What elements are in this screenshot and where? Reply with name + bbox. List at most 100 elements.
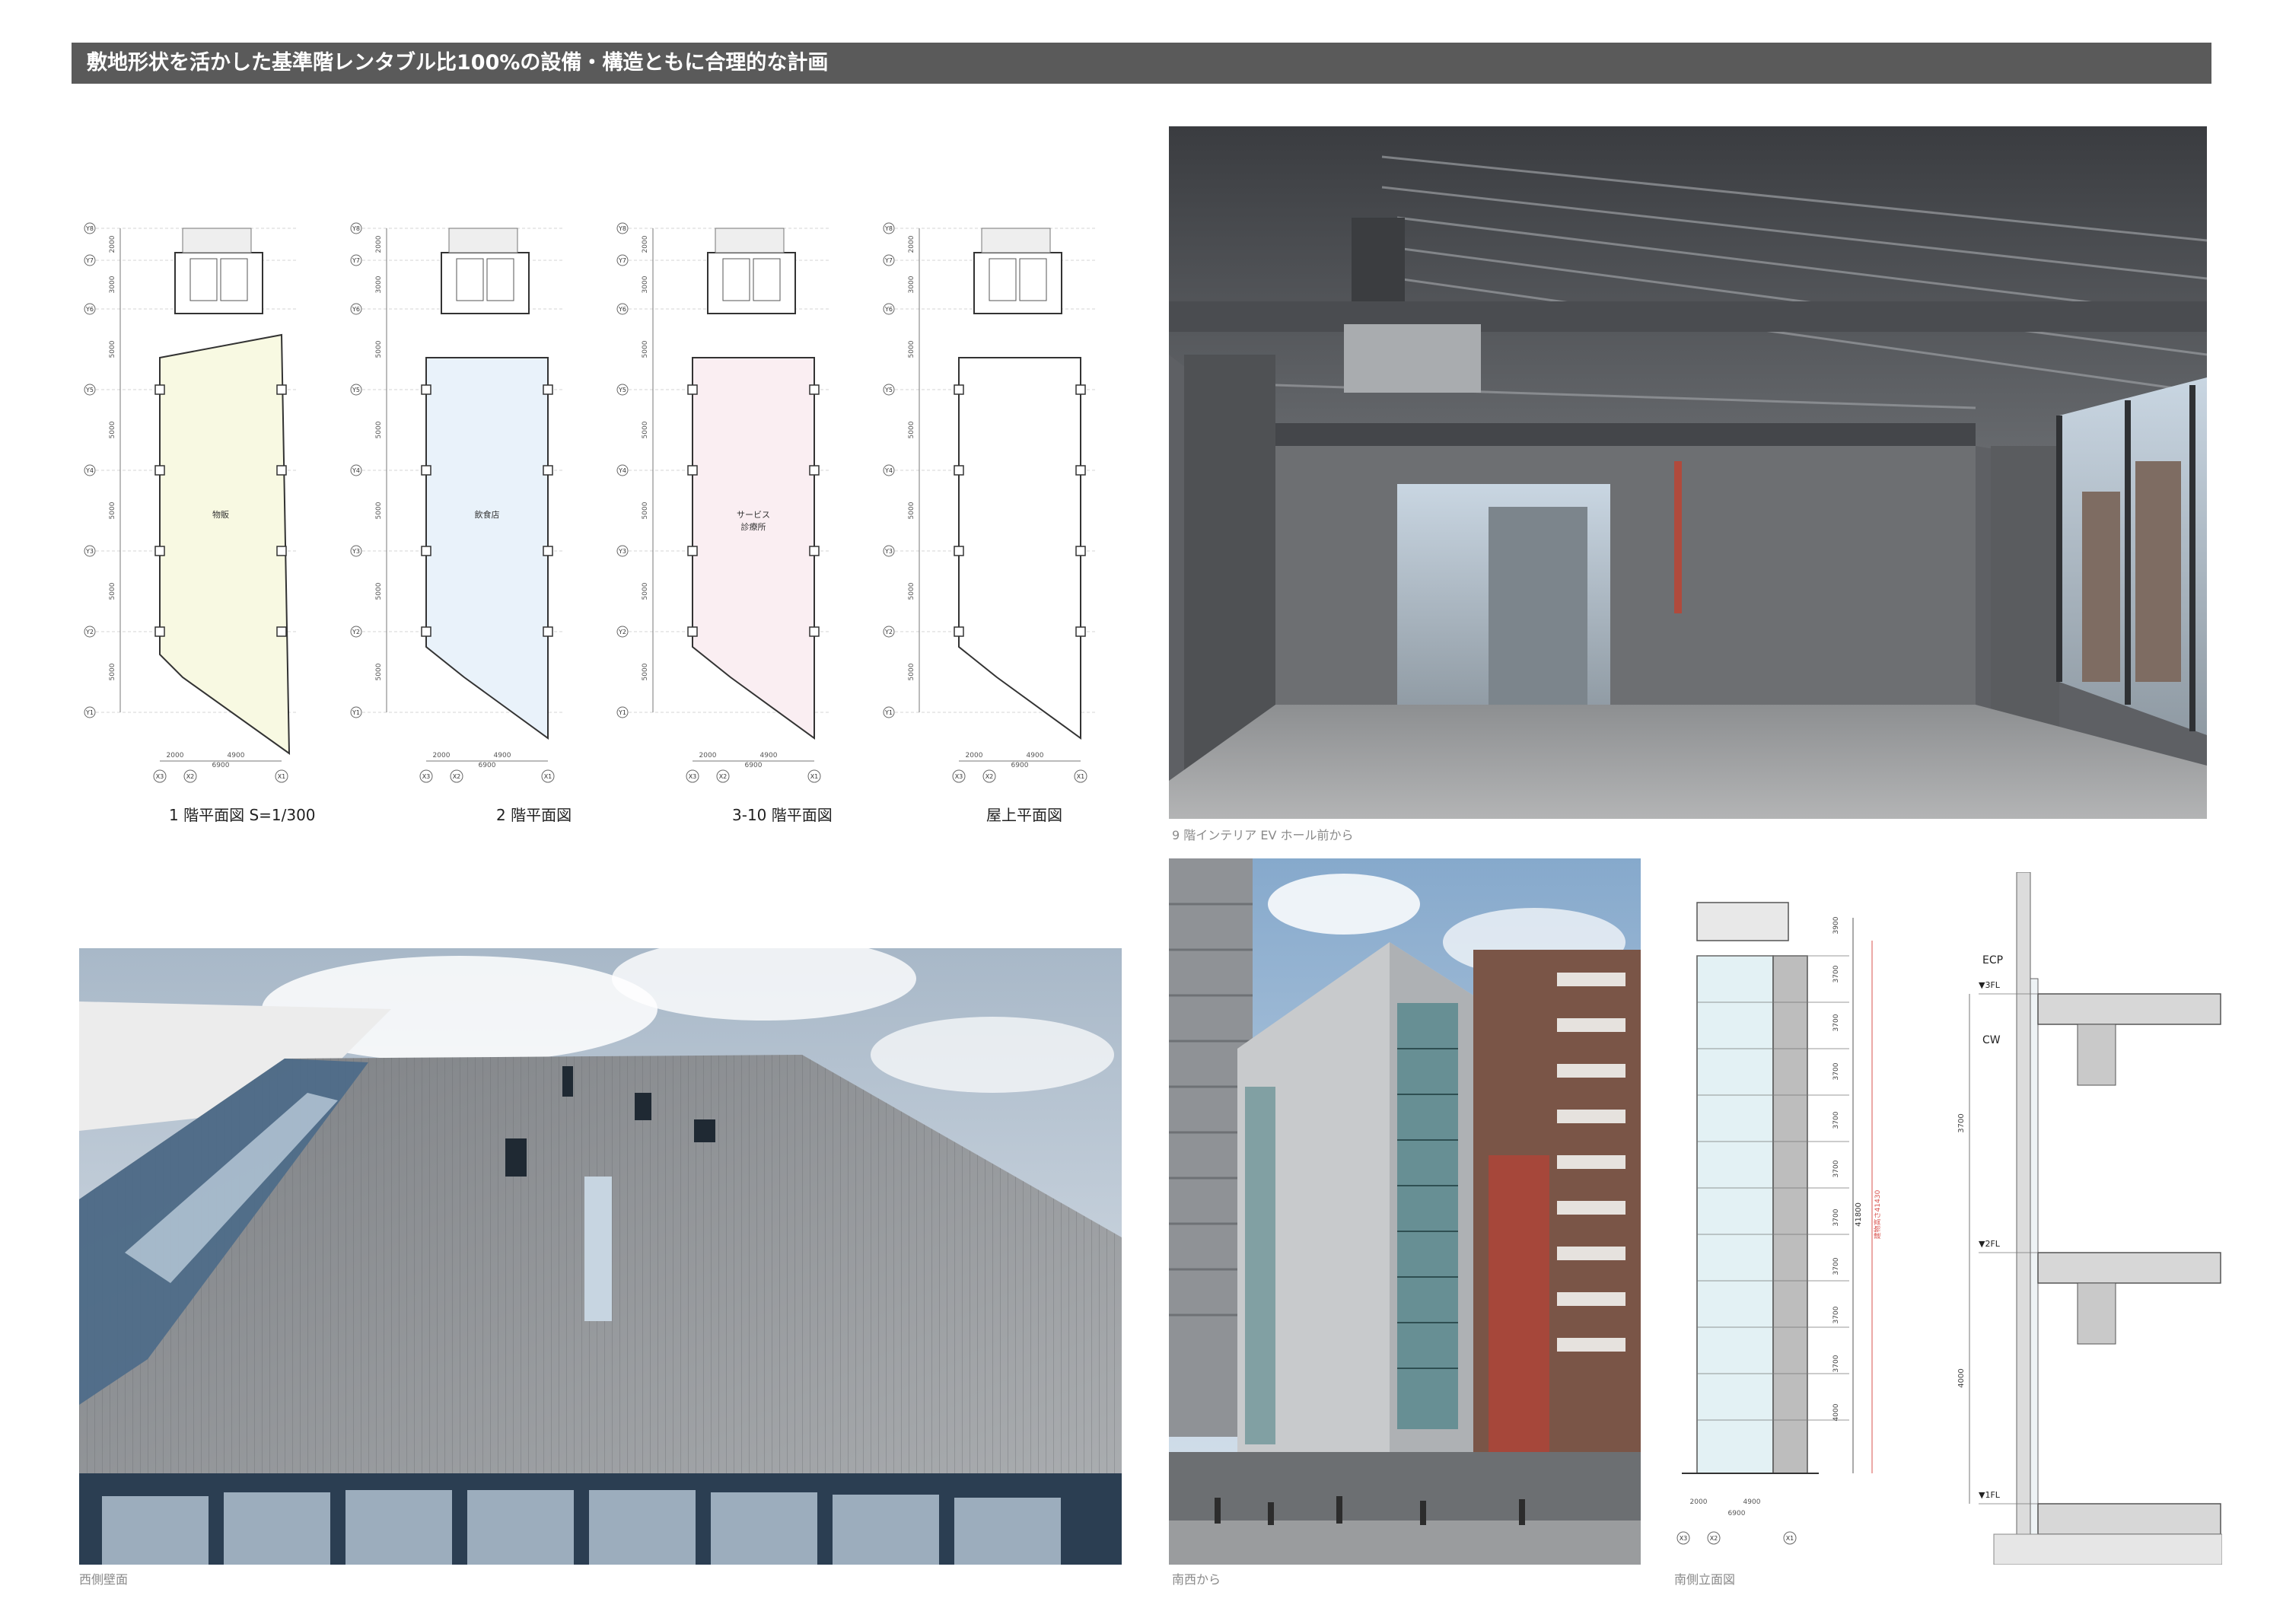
row-dimension: 3000 bbox=[109, 275, 116, 293]
structural-column bbox=[421, 546, 431, 556]
row-dimension: 5000 bbox=[109, 582, 116, 600]
grid-row-label: Y3 bbox=[884, 548, 893, 555]
grid-col-label: X3 bbox=[1680, 1535, 1688, 1542]
grid-col-label: X3 bbox=[689, 773, 697, 780]
core-block bbox=[973, 252, 1062, 314]
col-dimension: 6900 bbox=[745, 762, 763, 769]
structural-column bbox=[687, 546, 698, 556]
core-block bbox=[441, 252, 530, 314]
row-dimension: 5000 bbox=[375, 663, 383, 680]
ecp-label: ECP bbox=[1982, 954, 2003, 966]
floor-plan-3: Y8 Y7 Y6 Y5 Y4 Y3 Y2 Y1 2000 3000 5000 5000 5000 5000… bbox=[616, 222, 829, 783]
floor-height-label: 3700 bbox=[1832, 1355, 1840, 1372]
col-dimension: 4900 bbox=[1743, 1498, 1761, 1506]
core-block bbox=[174, 252, 263, 314]
height-label-upper: 3700 bbox=[1957, 1113, 1966, 1132]
steel-beam bbox=[2077, 1024, 2116, 1086]
elevator bbox=[989, 258, 1017, 301]
grid-col-label: X2 bbox=[186, 773, 195, 780]
grid-row-label: Y8 bbox=[618, 225, 626, 232]
elevator bbox=[486, 258, 514, 301]
plan-caption-roof: 屋上平面図 bbox=[986, 806, 1062, 824]
structural-column bbox=[954, 546, 964, 556]
grid-col-label: X2 bbox=[985, 773, 994, 780]
cw-label: CW bbox=[1982, 1034, 2001, 1046]
row-dimension: 5000 bbox=[375, 421, 383, 438]
grid-col-label: X2 bbox=[1710, 1535, 1718, 1542]
structural-column bbox=[954, 384, 964, 395]
grid-row-label: Y6 bbox=[352, 306, 360, 313]
structural-column bbox=[687, 626, 698, 637]
floor-plans: Y8 Y7 Y6 Y5 Y4 Y3 Y2 Y1 2000 3000 5000 5000 5000 5000… bbox=[84, 222, 1096, 783]
plan-outline bbox=[159, 333, 291, 755]
floor-plan-1: Y8 Y7 Y6 Y5 Y4 Y3 Y2 Y1 2000 3000 5000 5000 5000 5000… bbox=[84, 222, 297, 783]
col-dimension: 4900 bbox=[760, 752, 778, 759]
grid-row-label: Y5 bbox=[884, 387, 893, 393]
room-label: サービス bbox=[737, 510, 770, 520]
interior-photo bbox=[1169, 126, 2207, 819]
grid-row-label: Y2 bbox=[618, 629, 626, 635]
grid-row-label: Y1 bbox=[352, 709, 360, 716]
row-dimension: 5000 bbox=[642, 663, 649, 680]
wall-section-detail: ▼3FL ▼2FL ▼1FL ECP CW 3700 4000 bbox=[1957, 872, 2222, 1565]
stair-block bbox=[448, 228, 518, 253]
stair-block bbox=[715, 228, 785, 253]
stair-block bbox=[182, 228, 252, 253]
grid-col-label: X3 bbox=[422, 773, 431, 780]
elevator bbox=[753, 258, 781, 301]
southwest-photo bbox=[1169, 858, 1641, 1565]
row-dimension: 5000 bbox=[375, 340, 383, 358]
concrete-wall bbox=[1772, 955, 1808, 1474]
structural-column bbox=[421, 465, 431, 476]
structural-column bbox=[543, 465, 553, 476]
structural-column bbox=[543, 546, 553, 556]
row-dimension: 5000 bbox=[109, 502, 116, 519]
south-elevation-drawing: 3900 3700 3700 3700 3700 3700 3700 3700 3700 3700… bbox=[1676, 902, 1882, 1545]
row-dimension: 5000 bbox=[109, 663, 116, 680]
elevator bbox=[722, 258, 750, 301]
grid-row-label: Y7 bbox=[618, 257, 626, 264]
stair-block bbox=[981, 228, 1051, 253]
grid-row-label: Y3 bbox=[85, 548, 94, 555]
grid-col-label: X1 bbox=[544, 773, 552, 780]
grid-row-label: Y7 bbox=[85, 257, 94, 264]
structural-column bbox=[809, 465, 820, 476]
structural-column bbox=[276, 626, 287, 637]
ecp-panel bbox=[2016, 872, 2031, 1565]
structural-column bbox=[276, 546, 287, 556]
elevator bbox=[220, 258, 248, 301]
row-dimension: 5000 bbox=[908, 421, 915, 438]
floor-height-label: 3700 bbox=[1832, 1014, 1840, 1031]
floor-height-label: 3700 bbox=[1832, 1257, 1840, 1275]
structural-column bbox=[809, 384, 820, 395]
page-title-banner: 敷地形状を活かした基準階レンタブル比100%の設備・構造ともに合理的な計画 bbox=[72, 43, 2211, 84]
row-dimension: 5000 bbox=[642, 421, 649, 438]
structural-column bbox=[1075, 384, 1086, 395]
grid-row-label: Y1 bbox=[85, 709, 94, 716]
floor-level-label: ▼2FL bbox=[1979, 1239, 2001, 1249]
col-dimension: 4900 bbox=[1027, 752, 1044, 759]
room-label-2: 診療所 bbox=[741, 521, 766, 532]
col-dimension: 6900 bbox=[479, 762, 496, 769]
structural-column bbox=[954, 465, 964, 476]
row-dimension: 3000 bbox=[642, 275, 649, 293]
grid-row-label: Y8 bbox=[352, 225, 360, 232]
grid-row-label: Y5 bbox=[352, 387, 360, 393]
grid-col-label: X1 bbox=[810, 773, 819, 780]
grid-col-label: X3 bbox=[955, 773, 963, 780]
grid-row-label: Y5 bbox=[618, 387, 626, 393]
row-dimension: 5000 bbox=[908, 502, 915, 519]
structural-column bbox=[421, 626, 431, 637]
col-dimension: 6900 bbox=[212, 762, 230, 769]
glass-facade bbox=[1696, 955, 1774, 1474]
structural-column bbox=[421, 384, 431, 395]
grid-col-label: X1 bbox=[1786, 1535, 1794, 1542]
floor-height-label: 4000 bbox=[1832, 1403, 1840, 1421]
plan-caption-2f: 2 階平面図 bbox=[496, 806, 572, 824]
grid-row-label: Y4 bbox=[618, 467, 626, 474]
grid-row-label: Y7 bbox=[352, 257, 360, 264]
floor-plan-4: Y8 Y7 Y6 Y5 Y4 Y3 Y2 Y1 2000 3000 5000 5000 5000 5000… bbox=[883, 222, 1096, 783]
row-dimension: 3000 bbox=[375, 275, 383, 293]
floor-height-label: 3700 bbox=[1832, 1160, 1840, 1177]
floor-height-label: 3900 bbox=[1832, 916, 1840, 934]
